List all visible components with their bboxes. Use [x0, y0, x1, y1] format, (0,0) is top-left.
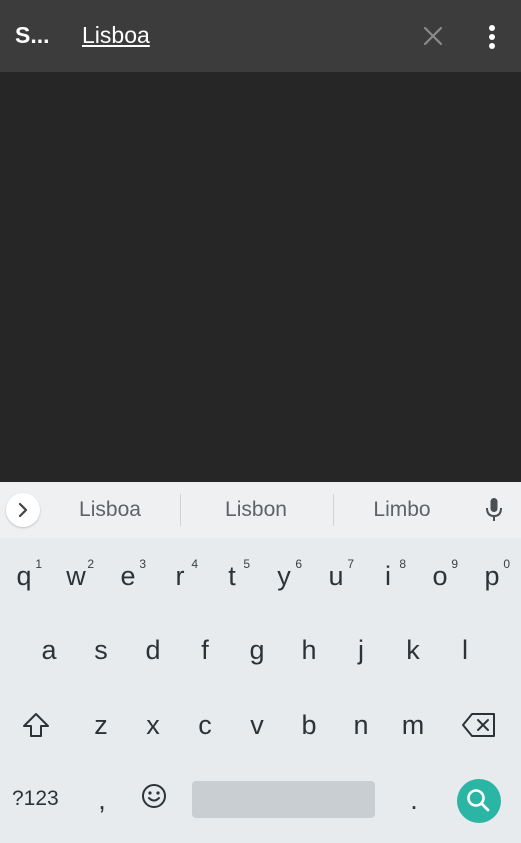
key-hint: 5: [243, 557, 250, 571]
key-char: p: [484, 561, 500, 591]
key-f[interactable]: f: [181, 622, 229, 678]
comma-key[interactable]: ,: [78, 772, 126, 828]
key-c[interactable]: c: [181, 697, 229, 753]
space-key[interactable]: [192, 781, 375, 818]
key-m[interactable]: m: [389, 697, 437, 753]
key-hint: 3: [139, 557, 146, 571]
key-k[interactable]: k: [389, 622, 437, 678]
key-t[interactable]: t5: [208, 548, 256, 604]
key-char: r: [175, 561, 185, 591]
results-area: [0, 72, 521, 482]
key-a[interactable]: a: [25, 622, 73, 678]
key-char: y: [277, 561, 291, 591]
key-z[interactable]: z: [77, 697, 125, 753]
key-e[interactable]: e3: [104, 548, 152, 604]
backspace-icon: [462, 713, 495, 737]
key-s[interactable]: s: [77, 622, 125, 678]
suggestion-1[interactable]: Lisboa: [60, 498, 160, 522]
symbols-key[interactable]: ?123: [12, 787, 59, 811]
key-char: t: [228, 561, 236, 591]
more-vert-icon: [489, 25, 495, 49]
backspace-key[interactable]: [455, 697, 503, 753]
key-h[interactable]: h: [285, 622, 333, 678]
key-u[interactable]: u7: [312, 548, 360, 604]
search-action-key[interactable]: [457, 779, 501, 823]
app-bar: S... Lisboa: [0, 0, 521, 72]
key-b[interactable]: b: [285, 697, 333, 753]
key-hint: 8: [399, 557, 406, 571]
period-key[interactable]: .: [390, 772, 438, 828]
suggestion-divider: [333, 494, 334, 526]
key-char: e: [120, 561, 136, 591]
key-y[interactable]: y6: [260, 548, 308, 604]
search-icon: [467, 789, 490, 812]
close-icon: [423, 26, 443, 46]
key-char: w: [66, 561, 86, 591]
suggestion-3[interactable]: Limbo: [352, 498, 452, 522]
key-hint: 6: [295, 557, 302, 571]
more-options-button[interactable]: [480, 20, 504, 52]
key-char: u: [328, 561, 344, 591]
key-d[interactable]: d: [129, 622, 177, 678]
suggestion-bar: Lisboa Lisbon Limbo: [0, 482, 521, 538]
clear-search-button[interactable]: [419, 22, 447, 50]
key-p[interactable]: p0: [468, 548, 516, 604]
voice-input-button[interactable]: [482, 496, 506, 524]
microphone-icon: [486, 498, 502, 521]
suggestion-2[interactable]: Lisbon: [205, 498, 307, 522]
shift-icon: [23, 713, 49, 737]
key-hint: 1: [35, 557, 42, 571]
key-o[interactable]: o9: [416, 548, 464, 604]
key-char: o: [432, 561, 448, 591]
key-i[interactable]: i8: [364, 548, 412, 604]
key-n[interactable]: n: [337, 697, 385, 753]
key-r[interactable]: r4: [156, 548, 204, 604]
key-l[interactable]: l: [441, 622, 489, 678]
search-input[interactable]: Lisboa: [82, 22, 402, 49]
key-hint: 9: [451, 557, 458, 571]
key-g[interactable]: g: [233, 622, 281, 678]
key-q[interactable]: q1: [0, 548, 48, 604]
suggestion-divider: [180, 494, 181, 526]
on-screen-keyboard: Lisboa Lisbon Limbo q1 w2 e3 r4 t5 y6 u7…: [0, 482, 521, 843]
key-hint: 0: [503, 557, 510, 571]
chevron-right-icon: [18, 502, 28, 518]
key-w[interactable]: w2: [52, 548, 100, 604]
shift-key[interactable]: [12, 697, 60, 753]
emoji-icon: [142, 784, 166, 808]
key-char: i: [385, 561, 391, 591]
app-title: S...: [15, 22, 50, 48]
key-j[interactable]: j: [337, 622, 385, 678]
key-char: q: [16, 561, 32, 591]
key-v[interactable]: v: [233, 697, 281, 753]
key-hint: 7: [347, 557, 354, 571]
key-x[interactable]: x: [129, 697, 177, 753]
key-hint: 4: [191, 557, 198, 571]
emoji-key[interactable]: [130, 772, 178, 828]
expand-toolbar-button[interactable]: [6, 493, 40, 527]
key-hint: 2: [87, 557, 94, 571]
